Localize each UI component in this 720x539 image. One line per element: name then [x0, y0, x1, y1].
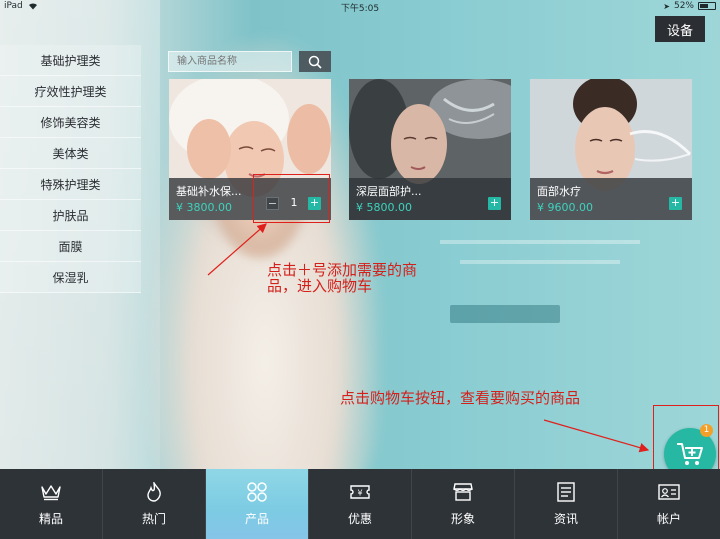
battery-icon: [698, 2, 716, 10]
add-to-cart-button[interactable]: +: [488, 197, 501, 210]
account-card-icon: [658, 481, 680, 503]
product-price: ¥ 5800.00: [356, 201, 412, 214]
product-price: ¥ 3800.00: [176, 201, 232, 214]
cart-icon: [677, 443, 703, 465]
store-icon: [452, 481, 474, 503]
sidebar-item-special-care[interactable]: 特殊护理类: [0, 169, 141, 200]
tab-image[interactable]: 形象: [412, 469, 515, 539]
product-card[interactable]: 深层面部护... ¥ 5800.00 +: [349, 79, 511, 220]
bottom-tab-bar: 精品 热门 产品 ¥ 优惠 形象 资讯 帐户: [0, 469, 720, 539]
tab-products[interactable]: 产品: [206, 469, 309, 539]
annotation-cart-hint: 点击购物车按钮，查看要购买的商品: [340, 389, 581, 407]
product-info: 面部水疗 ¥ 9600.00 +: [530, 178, 692, 220]
news-icon: [555, 481, 577, 503]
tab-featured[interactable]: 精品: [0, 469, 103, 539]
product-info: 深层面部护... ¥ 5800.00 +: [349, 178, 511, 220]
svg-text:¥: ¥: [357, 489, 362, 498]
sidebar-item-mask[interactable]: 面膜: [0, 231, 141, 262]
coupon-icon: ¥: [349, 481, 371, 503]
sidebar-item-therapeutic-care[interactable]: 疗效性护理类: [0, 76, 141, 107]
crown-icon: [40, 481, 62, 503]
annotation-add-hint: 点击＋号添加需要的商 品，进入购物车: [267, 261, 418, 295]
sidebar-item-cosmetic[interactable]: 修饰美容类: [0, 107, 141, 138]
product-name: 面部水疗: [537, 185, 581, 198]
sidebar-item-skincare[interactable]: 护肤品: [0, 200, 141, 231]
battery-percent: 52%: [673, 1, 694, 11]
status-time: 下午5:05: [340, 4, 380, 14]
search-input[interactable]: [168, 51, 292, 72]
tab-news[interactable]: 资讯: [515, 469, 618, 539]
sidebar-item-moisturizer[interactable]: 保湿乳: [0, 262, 141, 293]
category-sidebar: 基础护理类 疗效性护理类 修饰美容类 美体类 特殊护理类 护肤品 面膜 保湿乳: [0, 45, 141, 293]
location-icon: ➤: [663, 1, 670, 11]
search-button[interactable]: [299, 51, 331, 72]
tab-account[interactable]: 帐户: [618, 469, 720, 539]
tab-discounts[interactable]: ¥ 优惠: [309, 469, 412, 539]
add-to-cart-button[interactable]: +: [669, 197, 682, 210]
status-bar: iPad 下午5:05 ➤ 52%: [0, 0, 720, 14]
product-name: 深层面部护...: [356, 185, 422, 198]
search-icon: [308, 55, 322, 69]
tab-hot[interactable]: 热门: [103, 469, 206, 539]
product-card[interactable]: 面部水疗 ¥ 9600.00 +: [530, 79, 692, 220]
annotation-highlight-quantity: [253, 174, 330, 223]
sidebar-item-basic-care[interactable]: 基础护理类: [0, 45, 141, 76]
settings-button[interactable]: 设备: [655, 16, 705, 42]
product-grid-icon: [246, 481, 268, 503]
product-price: ¥ 9600.00: [537, 201, 593, 214]
product-name: 基础补水保...: [176, 185, 242, 198]
flame-icon: [143, 481, 165, 503]
cart-count-badge: 1: [700, 424, 713, 437]
sidebar-item-body[interactable]: 美体类: [0, 138, 141, 169]
